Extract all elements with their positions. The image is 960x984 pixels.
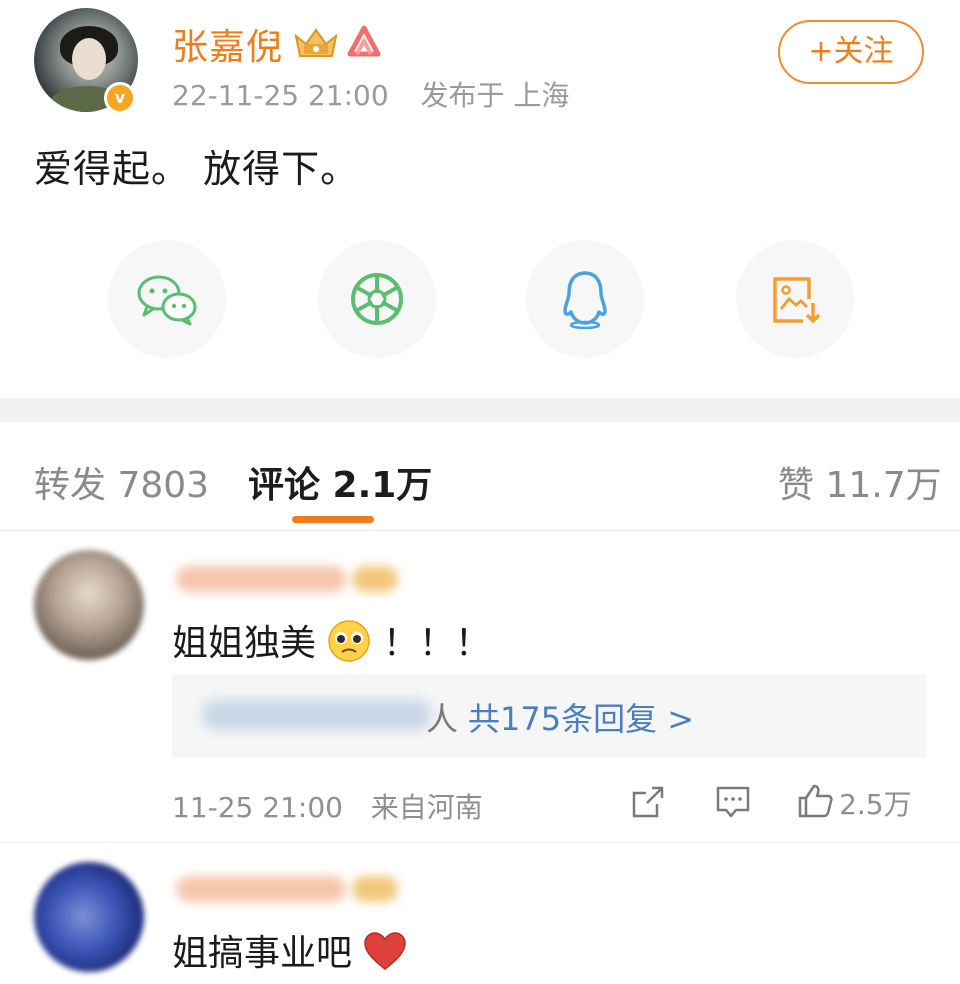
share-qq-button[interactable] [526, 240, 644, 358]
comment-avatar[interactable] [34, 862, 144, 972]
tab-repost[interactable]: 转发 7803 [34, 456, 209, 508]
post-location: 发布于 上海 [420, 79, 570, 112]
comment-meta: 11-25 21:00 来自河南 [172, 786, 483, 826]
save-image-icon [773, 277, 821, 323]
section-divider [0, 398, 960, 422]
comment-source: 来自河南 [370, 791, 483, 824]
heart-icon [364, 932, 407, 970]
comment-username[interactable] [176, 566, 346, 592]
pleading-emoji-icon [328, 620, 371, 662]
qq-icon [563, 271, 607, 329]
follow-button[interactable]: +关注 [778, 20, 924, 84]
post-meta: 22-11-25 21:00 发布于 上海 [172, 74, 569, 114]
tabs-divider [0, 530, 960, 531]
tab-likes[interactable]: 赞 11.7万 [778, 456, 942, 508]
post-timestamp: 22-11-25 21:00 [172, 79, 389, 112]
thumbs-up-icon [798, 784, 833, 818]
comment-username[interactable] [176, 876, 346, 902]
comment-time: 11-25 21:00 [172, 791, 343, 824]
active-tab-indicator [292, 516, 374, 523]
wechat-icon [137, 275, 197, 326]
user-badge-icon [352, 876, 398, 902]
like-button[interactable]: 2.5万 [796, 782, 912, 823]
comment-reply-icon[interactable] [714, 784, 752, 820]
comment-divider [0, 842, 960, 843]
brand-icon [347, 25, 381, 57]
post-text: 爱得起。 放得下。 [34, 147, 360, 191]
share-icon[interactable] [630, 784, 666, 820]
reply-prefix: 人 [426, 700, 459, 738]
share-moments-button[interactable] [318, 240, 436, 358]
author-name[interactable]: 张嘉倪 [172, 18, 283, 70]
verified-badge: v [104, 82, 136, 114]
share-wechat-button[interactable] [108, 240, 226, 358]
moments-icon [351, 273, 403, 325]
reply-users [202, 700, 432, 730]
share-save-image-button[interactable] [736, 240, 854, 358]
view-replies-link[interactable]: 共175条回复 > [468, 694, 694, 740]
comment-text: 姐搞事业吧 [172, 924, 407, 976]
crown-icon [294, 28, 338, 57]
like-count: 2.5万 [839, 788, 912, 821]
reply-preview[interactable]: 人 共175条回复 > [172, 674, 926, 758]
tab-comments[interactable]: 评论 2.1万 [248, 456, 432, 508]
comment-avatar[interactable] [34, 550, 144, 660]
user-badge-icon [352, 566, 398, 592]
comment-text: 姐姐独美 ！！！ [172, 614, 491, 666]
